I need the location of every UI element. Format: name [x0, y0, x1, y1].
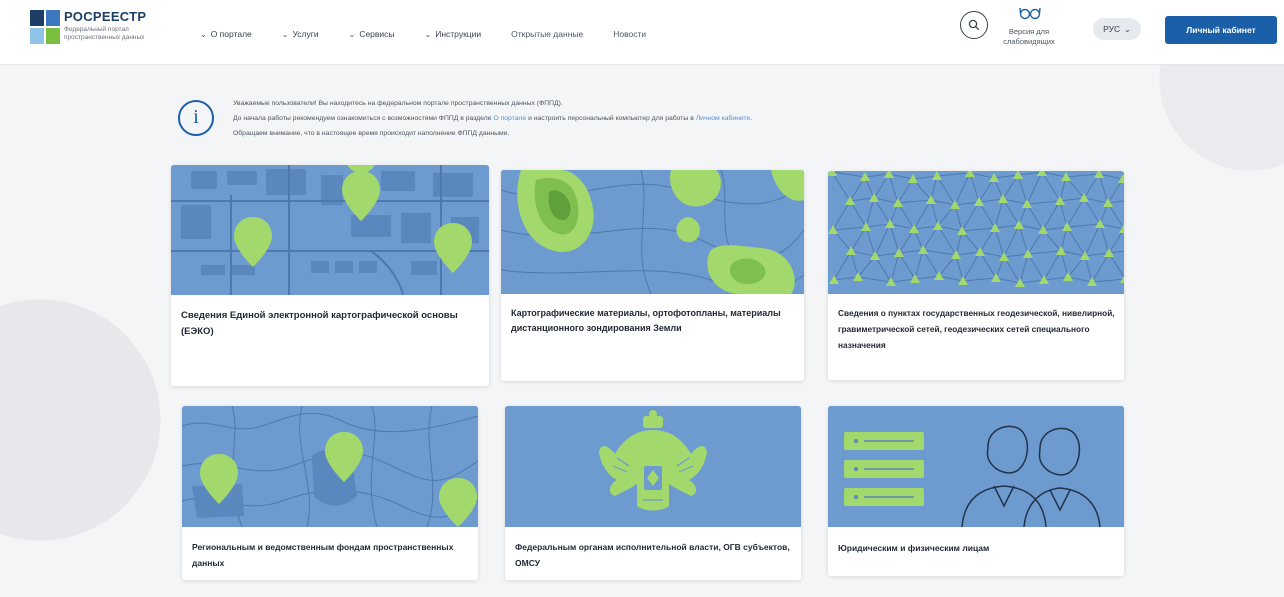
notice-line-2: До начала работы рекомендуем ознакомитьс… — [233, 111, 933, 126]
nav-item-label: Открытые данные — [511, 29, 584, 39]
notice-text: Уважаемые пользователи! Вы находитесь на… — [233, 96, 933, 141]
chevron-down-icon: ⌄ — [1124, 24, 1131, 34]
city-map-illustration — [171, 165, 489, 295]
card-legal-entities[interactable]: Юридическим и физическим лицам — [828, 406, 1124, 576]
nav-item-about[interactable]: ⌄ О портале — [200, 26, 252, 42]
chevron-down-icon: ⌄ — [424, 29, 432, 39]
logo-title: РОСРЕЕСТР — [64, 9, 147, 24]
notice-banner: i Уважаемые пользователи! Вы находитесь … — [178, 96, 938, 146]
nav-item-label: Инструкции — [435, 29, 482, 39]
notice-text-part: и настроить персональный компьютер для р… — [526, 115, 696, 122]
rosreestr-logo-icon — [30, 10, 60, 44]
triangulation-illustration — [828, 171, 1124, 294]
card-ecko[interactable]: Сведения Единой электронной картографиче… — [171, 165, 489, 386]
regions-map-illustration — [182, 406, 478, 527]
nav-item-tools[interactable]: ⌄ Сервисы — [349, 26, 395, 42]
notice-line-3: Обращаем внимание, что в настоящее время… — [233, 130, 510, 137]
nav-item-label: Услуги — [292, 29, 319, 39]
search-icon — [968, 19, 980, 31]
search-button[interactable] — [960, 11, 988, 39]
page: РОСРЕЕСТР Федеральный портал пространств… — [0, 0, 1284, 597]
logo[interactable]: РОСРЕЕСТР Федеральный портал пространств… — [30, 8, 180, 50]
language-selector[interactable]: РУС ⌄ — [1093, 18, 1141, 40]
card-title: Региональным и ведомственным фондам прос… — [192, 542, 454, 568]
info-icon: i — [178, 100, 214, 136]
notice-text-part: . — [750, 115, 753, 122]
nav-item-services[interactable]: ⌄ Услуги — [282, 26, 319, 42]
card-title: Федеральным органам исполнительной власт… — [515, 542, 790, 568]
about-portal-link[interactable]: О портале — [493, 115, 526, 122]
nav-item-label: Новости — [613, 29, 647, 39]
notice-text-part: До начала работы рекомендуем ознакомитьс… — [233, 115, 494, 122]
header: РОСРЕЕСТР Федеральный портал пространств… — [0, 0, 1284, 65]
chevron-down-icon: ⌄ — [281, 29, 289, 39]
chevron-down-icon: ⌄ — [348, 29, 356, 39]
personal-cabinet-link[interactable]: Личном кабинете — [696, 115, 751, 122]
personal-cabinet-button[interactable]: Личный кабинет — [1165, 16, 1277, 44]
people-illustration — [828, 406, 1124, 527]
coat-of-arms-illustration — [505, 406, 801, 527]
card-title: Картографические материалы, ортофотоплан… — [511, 308, 781, 333]
logo-subtitle: Федеральный портал пространственных данн… — [64, 26, 145, 41]
card-title: Юридическим и физическим лицам — [838, 543, 990, 553]
nav-item-open-data[interactable]: Открытые данные — [511, 26, 583, 42]
card-geodetic[interactable]: Сведения о пунктах государственных геоде… — [828, 171, 1124, 380]
card-title: Сведения о пунктах государственных геоде… — [838, 308, 1115, 350]
card-title: Сведения Единой электронной картографиче… — [181, 310, 458, 337]
accessibility-version-link[interactable]: Версия для слабовидящих — [998, 6, 1060, 54]
card-regional-funds[interactable]: Региональным и ведомственным фондам прос… — [182, 406, 478, 580]
main-nav: ⌄ О портале ⌄ Услуги ⌄ Сервисы ⌄ Инструк… — [200, 26, 676, 42]
language-value: РУС — [1103, 24, 1121, 34]
nav-item-instructions[interactable]: ⌄ Инструкции — [425, 26, 482, 42]
nav-item-news[interactable]: Новости — [613, 26, 646, 42]
nav-item-label: Сервисы — [359, 29, 395, 39]
card-federal-authorities[interactable]: Федеральным органам исполнительной власт… — [505, 406, 801, 580]
glasses-icon — [1019, 7, 1041, 20]
notice-line-1: Уважаемые пользователи! Вы находитесь на… — [233, 100, 563, 107]
topographic-illustration — [501, 170, 804, 294]
nav-item-label: О портале — [210, 29, 252, 39]
chevron-down-icon: ⌄ — [200, 29, 207, 39]
card-cartographic[interactable]: Картографические материалы, ортофотоплан… — [501, 170, 804, 381]
accessibility-label: Версия для слабовидящих — [1003, 27, 1055, 46]
